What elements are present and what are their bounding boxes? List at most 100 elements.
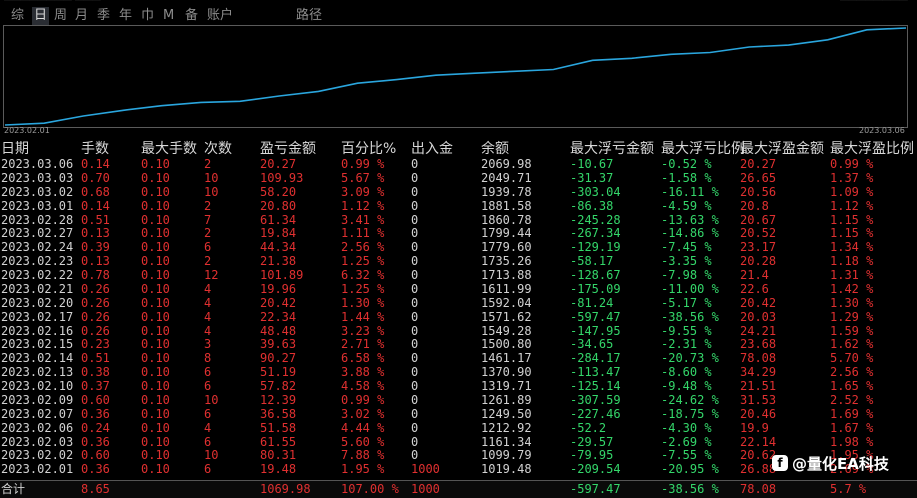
tab-year[interactable]: 年	[119, 7, 132, 25]
cell-pnl: 39.63	[260, 337, 297, 352]
cell-io: 0	[411, 420, 419, 435]
cell-max-float-loss-pct: -38.56 %	[661, 309, 719, 324]
tab-summary[interactable]: 综	[11, 7, 24, 25]
cell-count: 6	[204, 434, 212, 449]
cell-pct: 1.12 %	[341, 198, 385, 213]
cell-balance: 2049.71	[481, 170, 532, 185]
table-row: 2023.02.21 0.26 0.10 4 19.96 1.25 % 0 1611.99 -1…	[0, 281, 917, 297]
cell-balance: 1500.80	[481, 337, 532, 352]
cell-max-float-loss-pct: -9.55 %	[661, 323, 712, 338]
cell-count: 2	[204, 254, 212, 269]
tab-jin[interactable]: 巾	[141, 7, 154, 25]
cell-max-float-loss: -29.57	[570, 434, 614, 449]
cell-max-float-profit: 24.21	[740, 323, 777, 338]
table-header: 日期 手数 最大手数 次数 盈亏金额 百分比% 出入金 余额 最大浮亏金额 最大浮亏比例 最大浮盈金…	[0, 139, 917, 159]
cell-max-float-profit-pct: 1.62 %	[830, 337, 874, 352]
cell-max-float-loss: -597.47	[570, 309, 621, 324]
col-max-lots-header: 最大手数	[141, 141, 197, 157]
cell-pnl: 48.48	[260, 323, 297, 338]
table-row: 2023.02.23 0.13 0.10 2 21.38 1.25 % 0 1735.26 -5…	[0, 254, 917, 269]
cell-max-float-loss: -10.67	[570, 157, 614, 171]
cell-balance: 1571.62	[481, 309, 532, 324]
cell-pct: 3.02 %	[341, 406, 385, 421]
cell-lots: 0.24	[81, 420, 110, 435]
cell-pct: 6.58 %	[341, 351, 385, 366]
cell-lots: 0.36	[81, 462, 110, 477]
cell-io: 0	[411, 157, 419, 171]
col-pnl-header: 盈亏金额	[260, 141, 316, 157]
cell-lots: 0.26	[81, 323, 110, 338]
tab-quarter[interactable]: 季	[97, 7, 110, 25]
cell-max-float-loss-pct: -1.58 %	[661, 170, 712, 185]
cell-max-float-loss: -79.95	[570, 448, 614, 463]
cell-balance: 1161.34	[481, 434, 532, 449]
cell-max-float-profit-pct: 2.52 %	[830, 392, 874, 407]
cell-balance: 1939.78	[481, 184, 532, 199]
table-row: 2023.02.16 0.26 0.10 4 48.48 3.23 % 0 1549.28 -1…	[0, 323, 917, 339]
cell-max-float-loss-pct: -4.59 %	[661, 198, 712, 213]
cell-max-float-loss-pct: -11.00 %	[661, 281, 719, 296]
col-count-header: 次数	[204, 141, 232, 157]
cell-max-float-loss: -31.37	[570, 170, 614, 185]
table-row: 2023.02.27 0.13 0.10 2 19.84 1.11 % 0 1799.44 -2…	[0, 226, 917, 241]
cell-io: 0	[411, 406, 419, 421]
cell-max-float-profit: 22.6	[740, 281, 769, 296]
cell-io: 0	[411, 226, 419, 241]
cell-balance: 1592.04	[481, 295, 532, 310]
cell-max-float-loss: -227.46	[570, 406, 621, 421]
cell-date: 2023.03.06	[1, 157, 74, 171]
cell-count: 10	[204, 184, 219, 199]
cell-pnl: 19.84	[260, 226, 297, 241]
cell-pnl: 58.20	[260, 184, 297, 199]
watermark: f @量化EA科技	[772, 452, 889, 474]
tab-account[interactable]: 账户	[207, 7, 233, 25]
tab-day[interactable]: 日	[32, 7, 50, 25]
cell-pct: 2.56 %	[341, 240, 385, 255]
cell-io: 0	[411, 379, 419, 393]
cell-max-float-loss: -129.19	[570, 240, 621, 255]
cell-max-float-profit: 26.65	[740, 170, 777, 185]
cell-balance: 1461.17	[481, 351, 532, 366]
cell-max-float-loss: -128.67	[570, 268, 621, 282]
table-row: 2023.02.09 0.60 0.10 10 12.39 0.99 % 0 1261.89 -…	[0, 392, 917, 408]
cell-max-float-profit-pct: 1.09 %	[830, 184, 874, 199]
cell-max-lots: 0.10	[141, 379, 170, 393]
cell-count: 2	[204, 198, 212, 213]
cell-lots: 0.14	[81, 157, 110, 171]
cell-io: 0	[411, 281, 419, 296]
cell-max-float-loss-pct: -8.60 %	[661, 365, 712, 380]
cell-max-float-profit: 20.03	[740, 309, 777, 324]
cell-pnl: 51.19	[260, 365, 297, 380]
table-row: 2023.02.15 0.23 0.10 3 39.63 2.71 % 0 1500.80 -3…	[0, 337, 917, 352]
cell-lots: 0.60	[81, 448, 110, 463]
cell-max-float-loss: -58.17	[570, 254, 614, 269]
cell-max-float-profit-pct: 1.69 %	[830, 406, 874, 421]
cell-max-float-loss: -284.17	[570, 351, 621, 366]
cell-max-float-profit-pct: 1.29 %	[830, 309, 874, 324]
cell-max-float-loss: -125.14	[570, 379, 621, 393]
tab-month[interactable]: 月	[75, 7, 88, 25]
cell-max-float-profit: 23.17	[740, 240, 777, 255]
cell-count: 4	[204, 295, 212, 310]
cell-pnl: 20.42	[260, 295, 297, 310]
cell-pct: 1.30 %	[341, 295, 385, 310]
cell-pnl: 19.48	[260, 462, 297, 477]
cell-max-float-profit-pct: 5.70 %	[830, 351, 874, 366]
cell-max-lots: 0.10	[141, 170, 170, 185]
tab-week[interactable]: 周	[54, 7, 67, 25]
cell-date: 2023.02.13	[1, 365, 74, 380]
top-right-remnant: ▀▀▀▀▀▀▀▀	[840, 0, 917, 5]
cell-lots: 0.39	[81, 240, 110, 255]
cell-max-float-loss-pct: -2.31 %	[661, 337, 712, 352]
tab-path[interactable]: 路径	[296, 7, 322, 25]
cell-io: 1000	[411, 462, 440, 477]
tab-m[interactable]: M	[163, 7, 174, 25]
cell-lots: 0.51	[81, 212, 110, 227]
balance-curve-line	[4, 27, 907, 126]
cell-lots: 0.23	[81, 337, 110, 352]
cell-io: 0	[411, 212, 419, 227]
tab-backup[interactable]: 备	[185, 7, 198, 25]
table-row: 2023.02.14 0.51 0.10 8 90.27 6.58 % 0 1461.17 -2…	[0, 351, 917, 366]
cell-max-float-loss-pct: -9.48 %	[661, 379, 712, 393]
cell-max-lots: 0.10	[141, 198, 170, 213]
